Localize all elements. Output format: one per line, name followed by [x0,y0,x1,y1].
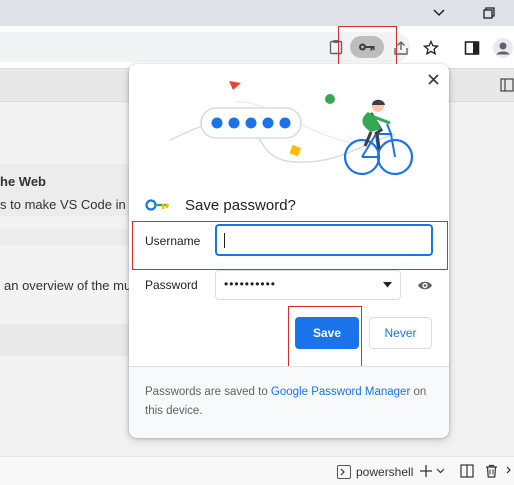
page-subtext: s to make VS Code in th [0,197,141,212]
never-button[interactable]: Never [369,317,432,349]
key-icon [145,199,169,211]
terminal-name[interactable]: powershell [356,465,413,479]
chevron-down-icon [436,468,444,474]
avatar-icon [493,38,513,58]
layout-toggle-button[interactable] [500,77,514,93]
profile-button[interactable] [492,37,514,59]
password-field[interactable]: •••••••••• [215,270,401,300]
content-card [0,324,130,356]
restore-icon [483,7,495,19]
plus-icon [420,465,432,477]
save-button[interactable]: Save [295,317,359,349]
side-panel-button[interactable] [462,38,482,58]
chevron-down-icon [433,9,445,17]
more-actions-button[interactable] [504,463,514,479]
kill-terminal-button[interactable] [483,463,499,479]
side-panel-icon [464,41,480,55]
split-terminal-button[interactable] [459,463,475,479]
bookmark-button[interactable] [421,38,441,58]
minimize-button[interactable] [428,2,450,24]
page-heading: he Web [0,174,46,189]
terminal-icon [337,465,351,479]
dialog-title: Save password? [185,197,296,214]
restore-button[interactable] [478,2,500,24]
close-icon [427,73,439,85]
content-divider [0,229,130,245]
trash-icon [485,464,497,478]
more-icon [506,466,511,474]
star-icon [423,40,439,56]
close-button[interactable] [423,69,443,89]
eye-icon [418,281,432,289]
dropdown-arrow-icon[interactable] [383,282,392,288]
username-field[interactable] [215,224,433,256]
new-terminal-button[interactable] [418,463,434,479]
share-icon [394,41,408,55]
split-icon [460,464,474,478]
show-password-button[interactable] [415,276,435,294]
username-label: Username [145,234,201,248]
password-manager-link[interactable]: Google Password Manager [271,386,410,398]
password-label: Password [145,278,198,292]
text-cursor [224,233,225,248]
password-illustration [169,81,414,176]
footer-text: Passwords are saved to Google Password M… [145,383,437,421]
layout-icon [500,78,514,92]
share-button[interactable] [391,38,411,58]
terminal-dropdown-button[interactable] [435,466,445,476]
footer-prefix: Passwords are saved to [145,386,271,398]
page-overview-text: an overview of the mu [4,278,132,293]
password-value: •••••••••• [224,277,277,291]
